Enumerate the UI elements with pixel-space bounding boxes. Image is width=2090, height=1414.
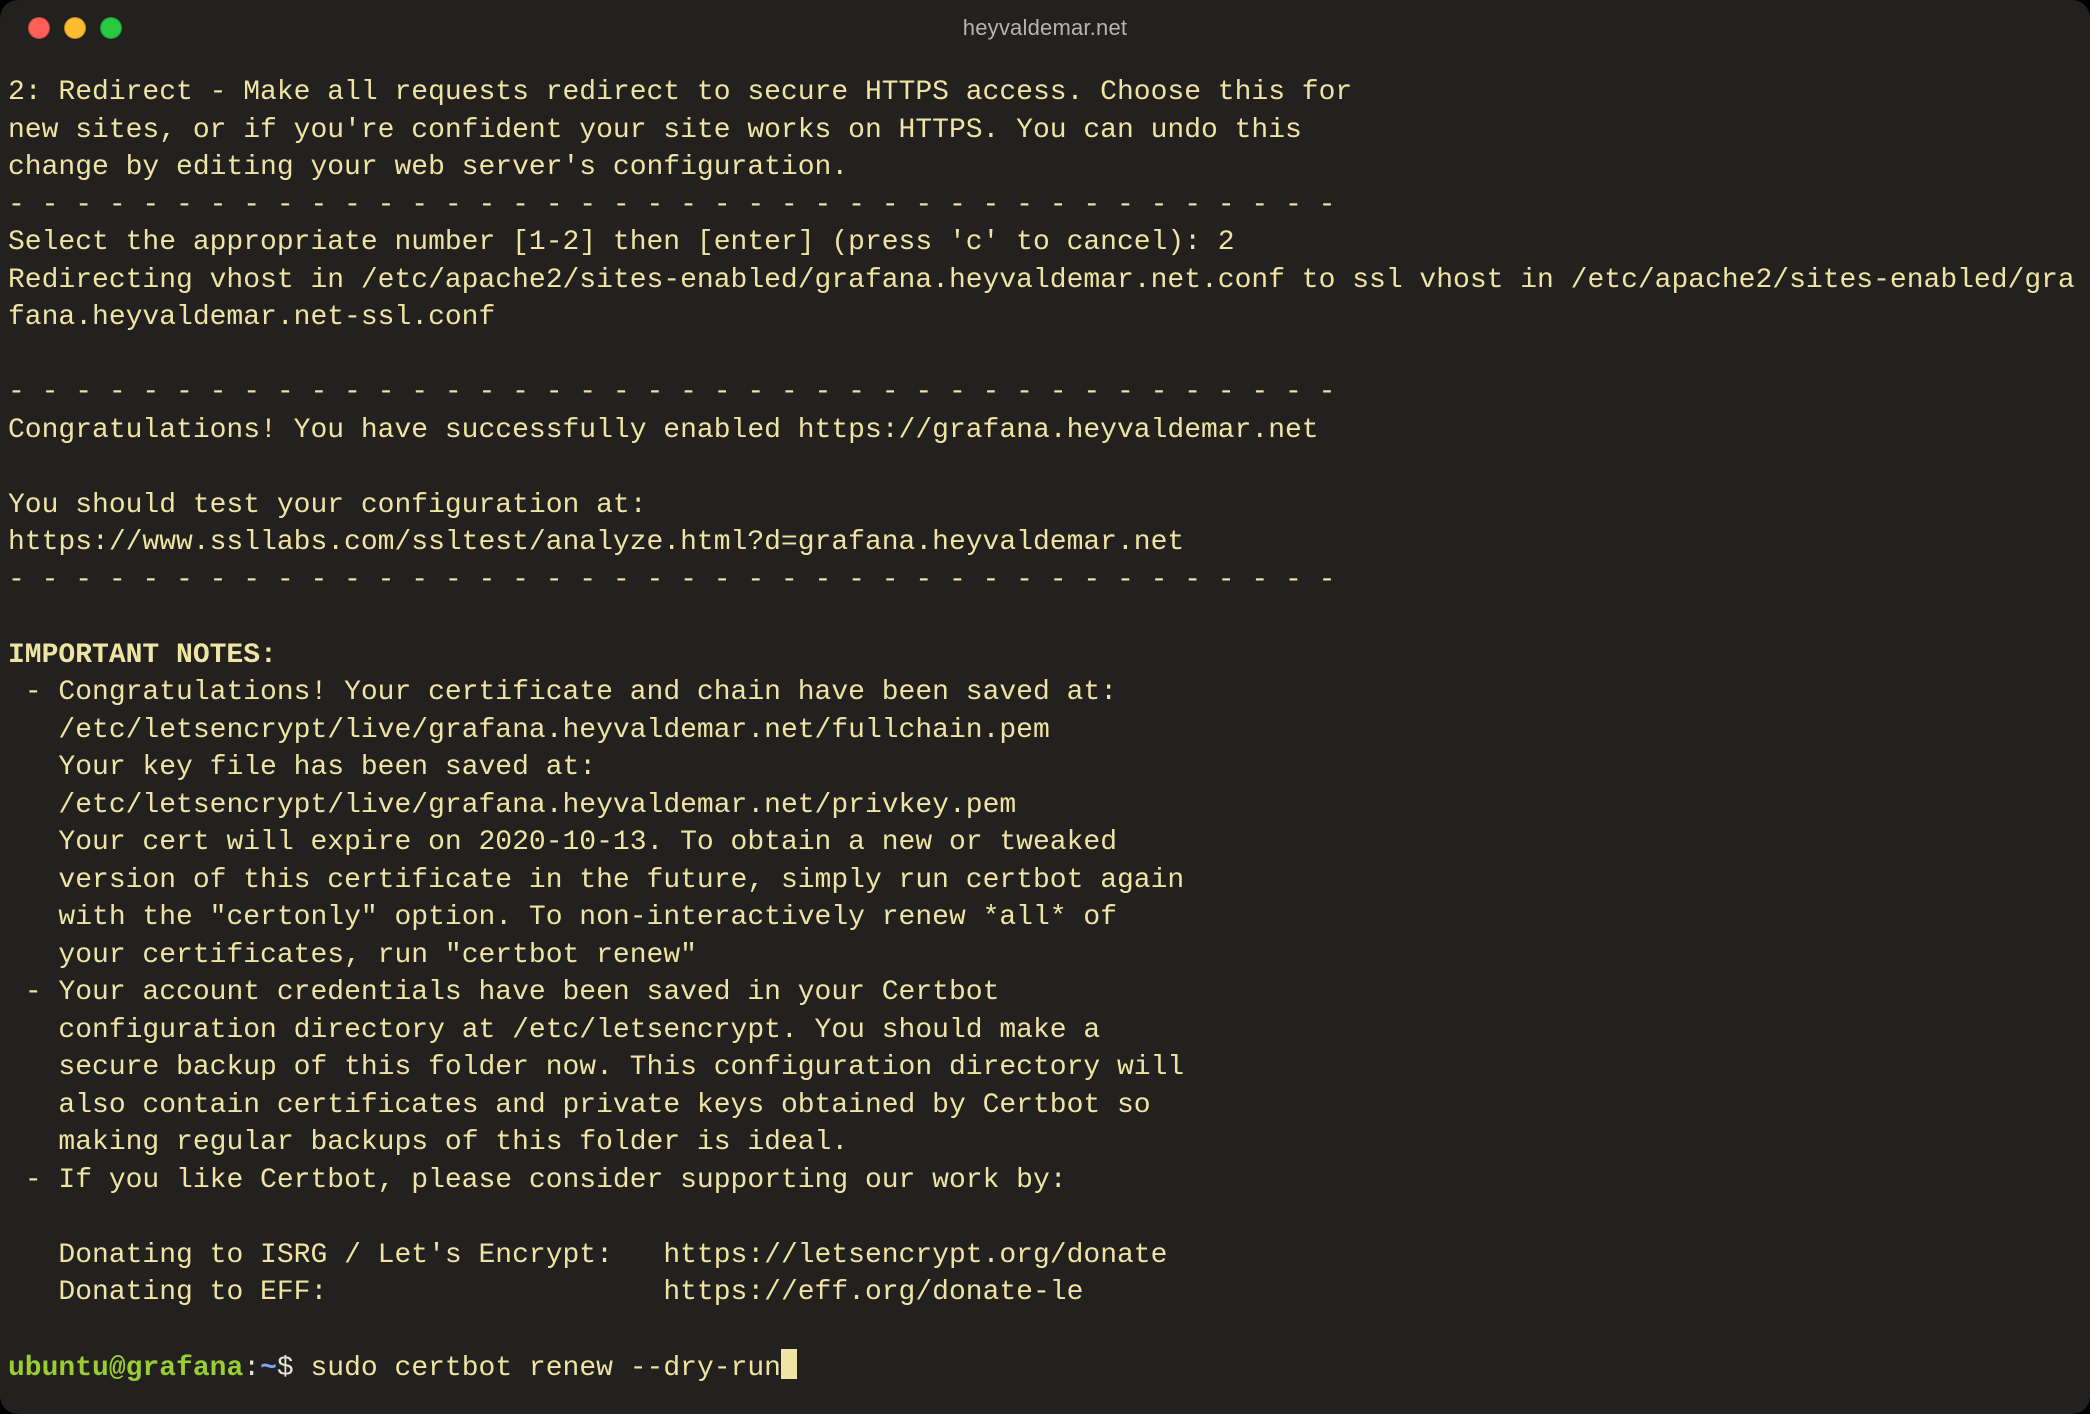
output-line: You should test your configuration at: bbox=[8, 490, 647, 521]
notes-line: Your key file has been saved at: bbox=[8, 752, 596, 783]
notes-line: version of this certificate in the futur… bbox=[8, 865, 1184, 896]
prompt-path: ~ bbox=[260, 1353, 277, 1384]
output-line: https://www.ssllabs.com/ssltest/analyze.… bbox=[8, 527, 1184, 558]
notes-line: Donating to EFF: https://eff.org/donate-… bbox=[8, 1277, 1083, 1308]
notes-line: - If you like Certbot, please consider s… bbox=[8, 1165, 1067, 1196]
output-line: 2: Redirect - Make all requests redirect… bbox=[8, 77, 1352, 108]
titlebar: heyvaldemar.net bbox=[0, 0, 2090, 56]
notes-line: your certificates, run "certbot renew" bbox=[8, 940, 697, 971]
notes-line: with the "certonly" option. To non-inter… bbox=[8, 902, 1117, 933]
cursor-icon bbox=[781, 1349, 797, 1379]
command-input[interactable]: sudo certbot renew --dry-run bbox=[311, 1353, 781, 1384]
output-line: - - - - - - - - - - - - - - - - - - - - … bbox=[8, 190, 1335, 221]
important-notes-heading: IMPORTANT NOTES: bbox=[8, 640, 277, 671]
notes-line: secure backup of this folder now. This c… bbox=[8, 1052, 1184, 1083]
output-line: new sites, or if you're confident your s… bbox=[8, 115, 1302, 146]
output-line: change by editing your web server's conf… bbox=[8, 152, 848, 183]
notes-line: - Your account credentials have been sav… bbox=[8, 977, 999, 1008]
output-line: Congratulations! You have successfully e… bbox=[8, 415, 1319, 446]
terminal-window: heyvaldemar.net 2: Redirect - Make all r… bbox=[0, 0, 2090, 1414]
output-line: - - - - - - - - - - - - - - - - - - - - … bbox=[8, 565, 1335, 596]
notes-line: making regular backups of this folder is… bbox=[8, 1127, 848, 1158]
notes-line: Donating to ISRG / Let's Encrypt: https:… bbox=[8, 1240, 1167, 1271]
prompt-dollar: $ bbox=[277, 1353, 311, 1384]
output-line: Redirecting vhost in /etc/apache2/sites-… bbox=[8, 265, 2075, 334]
prompt-user: ubuntu bbox=[8, 1353, 109, 1384]
notes-line: /etc/letsencrypt/live/grafana.heyvaldema… bbox=[8, 715, 1050, 746]
window-title: heyvaldemar.net bbox=[0, 15, 2090, 41]
notes-line: configuration directory at /etc/letsencr… bbox=[8, 1015, 1100, 1046]
notes-line: also contain certificates and private ke… bbox=[8, 1090, 1151, 1121]
terminal-output[interactable]: 2: Redirect - Make all requests redirect… bbox=[0, 56, 2090, 1396]
notes-line: /etc/letsencrypt/live/grafana.heyvaldema… bbox=[8, 790, 1016, 821]
prompt-colon: : bbox=[243, 1353, 260, 1384]
notes-line: Your cert will expire on 2020-10-13. To … bbox=[8, 827, 1117, 858]
prompt-at: @ bbox=[109, 1353, 126, 1384]
notes-line: - Congratulations! Your certificate and … bbox=[8, 677, 1117, 708]
prompt-host: grafana bbox=[126, 1353, 244, 1384]
output-line: - - - - - - - - - - - - - - - - - - - - … bbox=[8, 377, 1335, 408]
output-line: Select the appropriate number [1-2] then… bbox=[8, 227, 1235, 258]
